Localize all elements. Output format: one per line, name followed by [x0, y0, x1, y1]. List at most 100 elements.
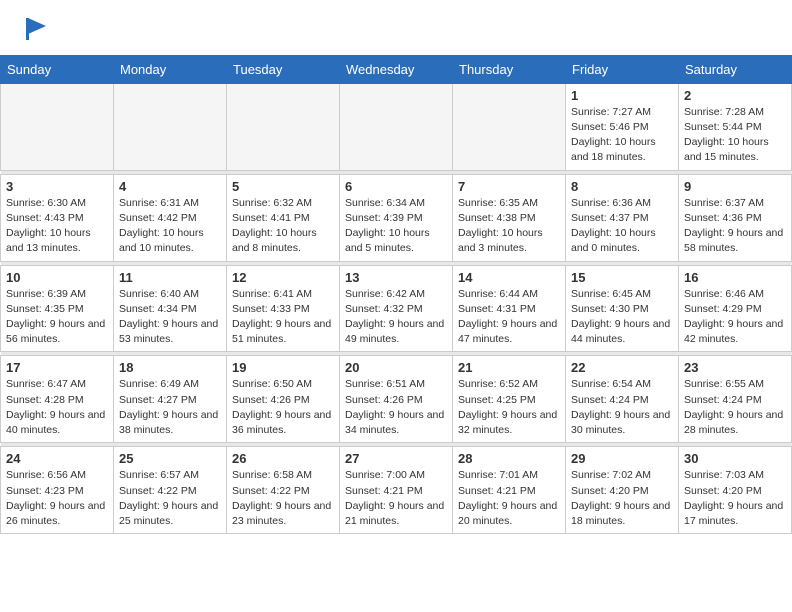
- day-info: Sunrise: 6:32 AMSunset: 4:41 PMDaylight:…: [232, 196, 334, 257]
- calendar-cell: 18 Sunrise: 6:49 AMSunset: 4:27 PMDayligh…: [114, 356, 227, 443]
- column-header-wednesday: Wednesday: [340, 55, 453, 83]
- calendar-week-1: 1Sunrise: 7:27 AMSunset: 5:46 PMDaylight…: [1, 83, 792, 170]
- day-number: 22: [571, 360, 673, 375]
- logo-icon-shape: [24, 16, 50, 47]
- day-number: 2: [684, 88, 786, 103]
- day-info: Sunrise: 6:55 AMSunset: 4:24 PMDaylight:…: [684, 377, 786, 438]
- calendar-cell: [340, 83, 453, 170]
- calendar-cell: 16 Sunrise: 6:46 AMSunset: 4:29 PMDayligh…: [679, 265, 792, 352]
- day-number: 11: [119, 270, 221, 285]
- day-info: Sunrise: 6:39 AMSunset: 4:35 PMDaylight:…: [6, 287, 108, 348]
- calendar-week-3: 10 Sunrise: 6:39 AMSunset: 4:35 PMDayligh…: [1, 265, 792, 352]
- day-info: Sunrise: 6:30 AMSunset: 4:43 PMDaylight:…: [6, 196, 108, 257]
- calendar-cell: 24 Sunrise: 6:56 AMSunset: 4:23 PMDayligh…: [1, 447, 114, 534]
- day-number: 12: [232, 270, 334, 285]
- day-info: Sunrise: 6:37 AMSunset: 4:36 PMDaylight:…: [684, 196, 786, 257]
- day-number: 3: [6, 179, 108, 194]
- day-number: 16: [684, 270, 786, 285]
- day-info: Sunrise: 6:40 AMSunset: 4:34 PMDaylight:…: [119, 287, 221, 348]
- day-number: 25: [119, 451, 221, 466]
- calendar-cell: 5 Sunrise: 6:32 AMSunset: 4:41 PMDaylight…: [227, 174, 340, 261]
- column-header-saturday: Saturday: [679, 55, 792, 83]
- column-header-sunday: Sunday: [1, 55, 114, 83]
- day-info: Sunrise: 6:34 AMSunset: 4:39 PMDaylight:…: [345, 196, 447, 257]
- day-info: Sunrise: 6:49 AMSunset: 4:27 PMDaylight:…: [119, 377, 221, 438]
- calendar-cell: 21Sunrise: 6:52 AMSunset: 4:25 PMDayligh…: [453, 356, 566, 443]
- calendar-cell: 20 Sunrise: 6:51 AMSunset: 4:26 PMDayligh…: [340, 356, 453, 443]
- calendar-cell: 27Sunrise: 7:00 AMSunset: 4:21 PMDayligh…: [340, 447, 453, 534]
- calendar-cell: 2 Sunrise: 7:28 AMSunset: 5:44 PMDaylight…: [679, 83, 792, 170]
- day-number: 17: [6, 360, 108, 375]
- day-info: Sunrise: 6:31 AMSunset: 4:42 PMDaylight:…: [119, 196, 221, 257]
- day-info: Sunrise: 6:36 AMSunset: 4:37 PMDaylight:…: [571, 196, 673, 257]
- column-header-friday: Friday: [566, 55, 679, 83]
- calendar-cell: 29Sunrise: 7:02 AMSunset: 4:20 PMDayligh…: [566, 447, 679, 534]
- column-header-thursday: Thursday: [453, 55, 566, 83]
- day-number: 5: [232, 179, 334, 194]
- calendar-cell: 23 Sunrise: 6:55 AMSunset: 4:24 PMDayligh…: [679, 356, 792, 443]
- calendar-cell: 19 Sunrise: 6:50 AMSunset: 4:26 PMDayligh…: [227, 356, 340, 443]
- day-number: 8: [571, 179, 673, 194]
- day-info: Sunrise: 6:56 AMSunset: 4:23 PMDaylight:…: [6, 468, 108, 529]
- calendar-cell: 10 Sunrise: 6:39 AMSunset: 4:35 PMDayligh…: [1, 265, 114, 352]
- calendar-cell: 30 Sunrise: 7:03 AMSunset: 4:20 PMDayligh…: [679, 447, 792, 534]
- day-number: 23: [684, 360, 786, 375]
- day-info: Sunrise: 6:54 AMSunset: 4:24 PMDaylight:…: [571, 377, 673, 438]
- calendar-cell: 28Sunrise: 7:01 AMSunset: 4:21 PMDayligh…: [453, 447, 566, 534]
- calendar-cell: [1, 83, 114, 170]
- day-number: 18: [119, 360, 221, 375]
- day-info: Sunrise: 6:45 AMSunset: 4:30 PMDaylight:…: [571, 287, 673, 348]
- day-info: Sunrise: 7:28 AMSunset: 5:44 PMDaylight:…: [684, 105, 786, 166]
- column-header-tuesday: Tuesday: [227, 55, 340, 83]
- calendar-week-4: 17 Sunrise: 6:47 AMSunset: 4:28 PMDayligh…: [1, 356, 792, 443]
- day-number: 7: [458, 179, 560, 194]
- day-number: 14: [458, 270, 560, 285]
- calendar-cell: 1Sunrise: 7:27 AMSunset: 5:46 PMDaylight…: [566, 83, 679, 170]
- calendar-week-2: 3 Sunrise: 6:30 AMSunset: 4:43 PMDaylight…: [1, 174, 792, 261]
- day-number: 29: [571, 451, 673, 466]
- calendar-cell: 22 Sunrise: 6:54 AMSunset: 4:24 PMDayligh…: [566, 356, 679, 443]
- calendar-cell: 3 Sunrise: 6:30 AMSunset: 4:43 PMDaylight…: [1, 174, 114, 261]
- calendar-cell: [227, 83, 340, 170]
- logo-text: [20, 16, 50, 47]
- calendar-cell: 6 Sunrise: 6:34 AMSunset: 4:39 PMDaylight…: [340, 174, 453, 261]
- calendar-cell: 8 Sunrise: 6:36 AMSunset: 4:37 PMDaylight…: [566, 174, 679, 261]
- day-number: 24: [6, 451, 108, 466]
- day-info: Sunrise: 6:50 AMSunset: 4:26 PMDaylight:…: [232, 377, 334, 438]
- calendar-week-5: 24 Sunrise: 6:56 AMSunset: 4:23 PMDayligh…: [1, 447, 792, 534]
- page-header: [0, 0, 792, 55]
- day-info: Sunrise: 6:41 AMSunset: 4:33 PMDaylight:…: [232, 287, 334, 348]
- calendar-cell: 14 Sunrise: 6:44 AMSunset: 4:31 PMDayligh…: [453, 265, 566, 352]
- calendar-table: SundayMondayTuesdayWednesdayThursdayFrid…: [0, 55, 792, 534]
- day-number: 26: [232, 451, 334, 466]
- day-info: Sunrise: 6:46 AMSunset: 4:29 PMDaylight:…: [684, 287, 786, 348]
- day-info: Sunrise: 6:44 AMSunset: 4:31 PMDaylight:…: [458, 287, 560, 348]
- day-info: Sunrise: 6:58 AMSunset: 4:22 PMDaylight:…: [232, 468, 334, 529]
- calendar-cell: 9Sunrise: 6:37 AMSunset: 4:36 PMDaylight…: [679, 174, 792, 261]
- calendar-cell: 25 Sunrise: 6:57 AMSunset: 4:22 PMDayligh…: [114, 447, 227, 534]
- day-number: 21: [458, 360, 560, 375]
- day-info: Sunrise: 7:27 AMSunset: 5:46 PMDaylight:…: [571, 105, 673, 166]
- day-number: 20: [345, 360, 447, 375]
- day-info: Sunrise: 7:00 AMSunset: 4:21 PMDaylight:…: [345, 468, 447, 529]
- calendar-cell: [114, 83, 227, 170]
- day-info: Sunrise: 6:51 AMSunset: 4:26 PMDaylight:…: [345, 377, 447, 438]
- logo-flag-icon: [24, 16, 50, 42]
- calendar-cell: 11 Sunrise: 6:40 AMSunset: 4:34 PMDayligh…: [114, 265, 227, 352]
- calendar-cell: 4 Sunrise: 6:31 AMSunset: 4:42 PMDaylight…: [114, 174, 227, 261]
- calendar-cell: 26 Sunrise: 6:58 AMSunset: 4:22 PMDayligh…: [227, 447, 340, 534]
- day-info: Sunrise: 6:42 AMSunset: 4:32 PMDaylight:…: [345, 287, 447, 348]
- day-number: 6: [345, 179, 447, 194]
- day-number: 19: [232, 360, 334, 375]
- day-number: 10: [6, 270, 108, 285]
- day-number: 4: [119, 179, 221, 194]
- day-info: Sunrise: 6:57 AMSunset: 4:22 PMDaylight:…: [119, 468, 221, 529]
- day-number: 30: [684, 451, 786, 466]
- calendar-cell: [453, 83, 566, 170]
- day-number: 13: [345, 270, 447, 285]
- day-info: Sunrise: 6:47 AMSunset: 4:28 PMDaylight:…: [6, 377, 108, 438]
- day-info: Sunrise: 7:03 AMSunset: 4:20 PMDaylight:…: [684, 468, 786, 529]
- day-info: Sunrise: 6:35 AMSunset: 4:38 PMDaylight:…: [458, 196, 560, 257]
- calendar-cell: 12 Sunrise: 6:41 AMSunset: 4:33 PMDayligh…: [227, 265, 340, 352]
- day-number: 15: [571, 270, 673, 285]
